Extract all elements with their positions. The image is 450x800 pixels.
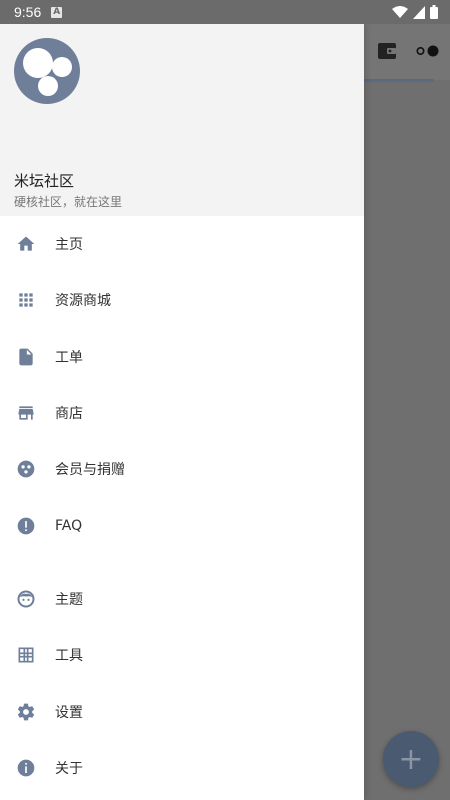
palette-icon [16, 459, 36, 479]
tab-indicator [364, 79, 434, 82]
document-icon [16, 347, 36, 367]
menu-item-shop[interactable]: 商店 [0, 385, 364, 441]
menu-item-about[interactable]: 关于 [0, 740, 364, 796]
status-time: 9:56 [14, 4, 42, 20]
battery-icon [430, 5, 438, 19]
app-title: 米坛社区 [14, 172, 75, 190]
menu-item-label: 工具 [55, 648, 83, 665]
menu-item-home[interactable]: 主页 [0, 216, 364, 272]
menu-item-resource-store[interactable]: 资源商城 [0, 272, 364, 328]
home-icon [16, 234, 36, 254]
menu-item-ticket[interactable]: 工单 [0, 329, 364, 385]
grid-table-icon [16, 645, 36, 665]
wifi-icon [392, 5, 408, 18]
info-icon [16, 758, 36, 778]
status-left: 9:56 A [14, 4, 63, 20]
menu-item-tools[interactable]: 工具 [0, 627, 364, 683]
store-icon [16, 403, 36, 423]
status-bar: 9:56 A [0, 0, 450, 24]
status-right [392, 5, 438, 19]
menu-item-label: 主页 [55, 237, 83, 254]
plus-icon: + [398, 741, 424, 777]
add-fab-button[interactable]: + [383, 731, 439, 787]
apps-grid-icon [16, 290, 36, 310]
a-badge-icon: A [51, 6, 63, 18]
navigation-drawer: 米坛社区 硬核社区，就在这里 主页 资源商城 工单 商店 会员与捐赠 FAQ 主… [0, 24, 364, 800]
menu-item-membership[interactable]: 会员与捐赠 [0, 441, 364, 497]
menu-divider-gap [0, 554, 364, 571]
signal-icon [413, 5, 425, 19]
menu-item-faq[interactable]: FAQ [0, 497, 364, 553]
menu-item-label: FAQ [55, 517, 83, 534]
menu-item-label: 设置 [55, 704, 83, 721]
drawer-menu: 主页 资源商城 工单 商店 会员与捐赠 FAQ 主题 工具 设置 关于 [0, 216, 364, 796]
menu-item-settings[interactable]: 设置 [0, 683, 364, 739]
bubbles-logo-icon[interactable] [14, 38, 80, 104]
menu-item-label: 工单 [55, 349, 83, 366]
exclamation-icon [16, 516, 36, 536]
menu-item-label: 关于 [55, 760, 83, 777]
menu-item-label: 会员与捐赠 [55, 462, 125, 479]
toggle-icon[interactable] [416, 45, 440, 57]
drawer-header: 米坛社区 硬核社区，就在这里 [0, 24, 364, 216]
gear-icon [16, 702, 36, 722]
menu-item-label: 资源商城 [55, 293, 111, 310]
app-subtitle: 硬核社区，就在这里 [14, 195, 123, 209]
menu-item-label: 商店 [55, 406, 83, 423]
menu-item-theme[interactable]: 主题 [0, 571, 364, 627]
menu-item-label: 主题 [55, 591, 83, 608]
face-icon [16, 589, 36, 609]
wallet-icon[interactable] [377, 41, 397, 61]
